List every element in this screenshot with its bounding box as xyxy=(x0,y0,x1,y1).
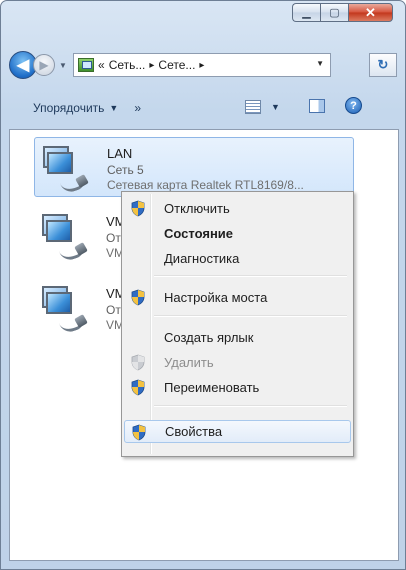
address-crumb-connections[interactable]: Сете... xyxy=(158,58,195,72)
menu-item-bridge[interactable]: Настройка моста xyxy=(124,286,351,309)
context-menu: Отключить Состояние Диагностика Настройк… xyxy=(121,191,354,457)
uac-shield-icon xyxy=(131,354,145,371)
view-list-icon xyxy=(245,100,261,114)
close-button[interactable]: ✕ xyxy=(348,3,393,22)
menu-item-label: Создать ярлык xyxy=(164,330,254,345)
menu-item-create-shortcut[interactable]: Создать ярлык xyxy=(124,326,351,349)
organize-button[interactable]: Упорядочить ▼ xyxy=(33,101,118,115)
chevron-down-icon: ▼ xyxy=(109,103,119,113)
menu-item-label: Переименовать xyxy=(164,380,260,395)
connection-device: Сетевая карта Realtek RTL8169/8... xyxy=(107,178,304,192)
connection-network: Сеть 5 xyxy=(107,163,144,177)
connection-item-lan[interactable]: LAN Сеть 5 Сетевая карта Realtek RTL8169… xyxy=(34,137,354,197)
help-icon: ? xyxy=(350,99,357,112)
address-bar[interactable]: « Сеть... ▸ Сете... ▸ ▼ xyxy=(73,53,331,77)
network-adapter-icon xyxy=(42,286,90,335)
connection-network: От xyxy=(106,303,121,317)
address-crumb-network[interactable]: Сеть... xyxy=(109,58,146,72)
menu-separator xyxy=(154,275,347,277)
menu-separator xyxy=(154,405,347,407)
menu-item-label: Свойства xyxy=(165,424,223,439)
menu-item-label: Отключить xyxy=(164,201,230,216)
menu-item-label: Удалить xyxy=(164,355,214,370)
caption-buttons: ▁ ▢ ✕ xyxy=(292,3,393,22)
menu-item-properties[interactable]: Свойства xyxy=(124,420,351,443)
help-button[interactable]: ? xyxy=(345,97,362,114)
minimize-icon: ▁ xyxy=(302,7,311,19)
connection-name: LAN xyxy=(107,146,133,161)
menu-item-label: Диагностика xyxy=(164,251,240,266)
more-label: » xyxy=(134,101,142,115)
menu-item-disable[interactable]: Отключить xyxy=(124,197,351,220)
chevron-down-icon: ▼ xyxy=(271,102,280,112)
menu-separator xyxy=(154,315,347,317)
address-dropdown-icon[interactable]: ▼ xyxy=(316,59,324,68)
network-adapter-icon xyxy=(42,214,90,263)
minimize-button[interactable]: ▁ xyxy=(292,3,320,22)
network-folder-icon xyxy=(78,58,94,72)
uac-shield-icon xyxy=(131,200,145,217)
maximize-icon: ▢ xyxy=(329,7,340,19)
arrow-left-icon: ◀ xyxy=(16,57,30,74)
uac-shield-icon xyxy=(131,289,145,306)
change-view-button[interactable]: ▼ xyxy=(245,100,280,114)
uac-shield-icon xyxy=(131,379,145,396)
refresh-button[interactable]: ↻ xyxy=(369,53,397,77)
menu-item-delete[interactable]: Удалить xyxy=(124,351,351,374)
more-commands-button[interactable]: » xyxy=(134,101,141,115)
address-overflow[interactable]: « xyxy=(98,58,105,72)
forward-button[interactable]: ▶ xyxy=(33,54,55,76)
uac-shield-icon xyxy=(132,424,146,441)
address-separator[interactable]: ▸ xyxy=(149,60,154,71)
menu-item-label: Состояние xyxy=(164,226,234,241)
menu-item-rename[interactable]: Переименовать xyxy=(124,376,351,399)
navigation-bar: ◀ ▶ ▼ « Сеть... ▸ Сете... ▸ ▼ ↻ xyxy=(9,51,397,81)
menu-item-diagnostics[interactable]: Диагностика xyxy=(124,247,351,270)
history-dropdown-icon[interactable]: ▼ xyxy=(59,61,67,70)
menu-item-status[interactable]: Состояние xyxy=(124,222,351,245)
address-separator-2[interactable]: ▸ xyxy=(199,60,204,71)
arrow-right-icon: ▶ xyxy=(39,58,49,72)
menu-item-label: Настройка моста xyxy=(164,290,268,305)
refresh-icon: ↻ xyxy=(377,57,389,72)
command-bar: Упорядочить ▼ » ▼ ? xyxy=(9,93,397,123)
network-adapter-icon xyxy=(43,146,91,195)
maximize-button[interactable]: ▢ xyxy=(320,3,348,22)
organize-label: Упорядочить xyxy=(33,101,105,115)
connection-network: От xyxy=(106,231,121,245)
preview-pane-button[interactable] xyxy=(309,99,325,113)
close-icon: ✕ xyxy=(365,4,376,20)
